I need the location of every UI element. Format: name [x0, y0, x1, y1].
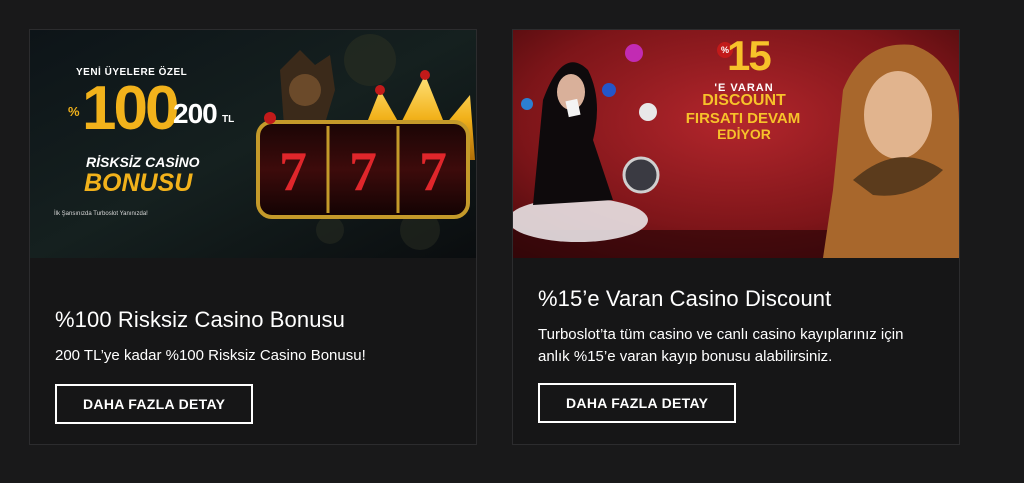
banner-illustration: 7 7 7	[30, 30, 476, 258]
svg-text:7: 7	[419, 141, 447, 203]
promo-title: %100 Risksiz Casino Bonusu	[55, 307, 345, 332]
more-details-button[interactable]: DAHA FAZLA DETAY	[538, 383, 737, 423]
banner-amount: 200	[173, 98, 218, 129]
svg-text:7: 7	[279, 141, 307, 203]
more-details-button[interactable]: DAHA FAZLA DETAY	[55, 384, 254, 424]
svg-text:7: 7	[349, 141, 377, 203]
banner-big-number: 15	[727, 32, 772, 79]
banner-currency: TL	[222, 114, 235, 125]
banner-line4: EDİYOR	[717, 126, 771, 142]
promo-card-discount: % 15 'E VARAN DISCOUNT FIRSATI DEVAM EDİ…	[512, 29, 960, 445]
banner-big-number: 100	[82, 74, 179, 143]
banner-percent-sign: %	[68, 104, 80, 119]
banner-line1: RİSKSİZ CASİNO	[86, 154, 200, 170]
promo-title: %15’e Varan Casino Discount	[538, 286, 832, 311]
promo-description: 200 TL’ye kadar %100 Risksiz Casino Bonu…	[55, 347, 366, 364]
promo-banner-risk-free[interactable]: 7 7 7 YENİ ÜYELERE ÖZEL % 100 200 TL RİS…	[30, 30, 476, 258]
banner-footnote: İlk Şansınızda Turboslot Yanınızda!	[54, 211, 148, 217]
banner-line2: DISCOUNT	[702, 92, 786, 109]
promo-card-risk-free: 7 7 7 YENİ ÜYELERE ÖZEL % 100 200 TL RİS…	[29, 29, 477, 445]
banner-line2: BONUSU	[84, 169, 193, 197]
promo-banner-discount[interactable]: % 15 'E VARAN DISCOUNT FIRSATI DEVAM EDİ…	[513, 30, 959, 258]
banner-line3: FIRSATI DEVAM	[685, 110, 801, 127]
promo-description: Turboslot’ta tüm casino ve canlı casino …	[538, 326, 904, 365]
